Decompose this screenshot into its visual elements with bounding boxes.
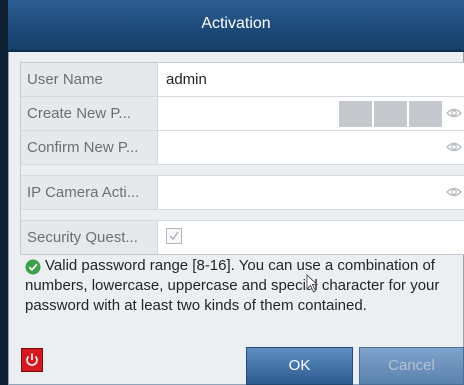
create-password-field[interactable]	[158, 97, 464, 130]
user-name-row: User Name admin	[21, 63, 464, 97]
confirm-password-field[interactable]	[158, 131, 464, 164]
strength-bar-strong	[409, 101, 442, 127]
strength-bar-weak	[339, 101, 372, 127]
security-question-row: Security Quest...	[21, 221, 464, 254]
user-name-label: User Name	[21, 63, 158, 96]
title-bar: Activation	[8, 0, 464, 52]
security-question-field	[158, 221, 464, 254]
user-name-value: admin	[166, 71, 207, 88]
ok-button[interactable]: OK	[246, 347, 353, 385]
password-hint-text: Valid password range [8-16]. You can use…	[25, 257, 440, 314]
activation-dialog: Activation User Name admin Create New P.…	[8, 0, 464, 385]
mouse-cursor-icon	[306, 274, 319, 293]
strength-bar-medium	[374, 101, 407, 127]
security-question-label: Security Quest...	[21, 221, 158, 254]
security-question-checkbox[interactable]	[166, 228, 182, 244]
power-icon	[26, 353, 38, 366]
create-password-row: Create New P...	[21, 97, 464, 131]
confirm-password-row: Confirm New P...	[21, 131, 464, 165]
user-name-field[interactable]: admin	[158, 63, 464, 96]
eye-icon[interactable]	[446, 184, 462, 200]
power-button[interactable]	[21, 348, 43, 372]
confirm-password-label: Confirm New P...	[21, 131, 158, 164]
eye-icon[interactable]	[446, 139, 462, 155]
dialog-title: Activation	[201, 15, 271, 32]
ip-camera-activation-row: IP Camera Acti...	[21, 176, 464, 210]
create-password-label: Create New P...	[21, 97, 158, 130]
ip-camera-activation-field[interactable]	[158, 176, 464, 209]
eye-icon[interactable]	[446, 105, 462, 121]
form-spacer	[21, 165, 464, 176]
checkmark-icon	[169, 231, 179, 241]
password-strength-indicator	[339, 101, 442, 127]
ip-camera-activation-label: IP Camera Acti...	[21, 176, 158, 209]
cancel-button[interactable]: Cancel	[359, 347, 464, 385]
activation-form: User Name admin Create New P... Confirm …	[20, 62, 464, 255]
form-spacer	[21, 210, 464, 221]
